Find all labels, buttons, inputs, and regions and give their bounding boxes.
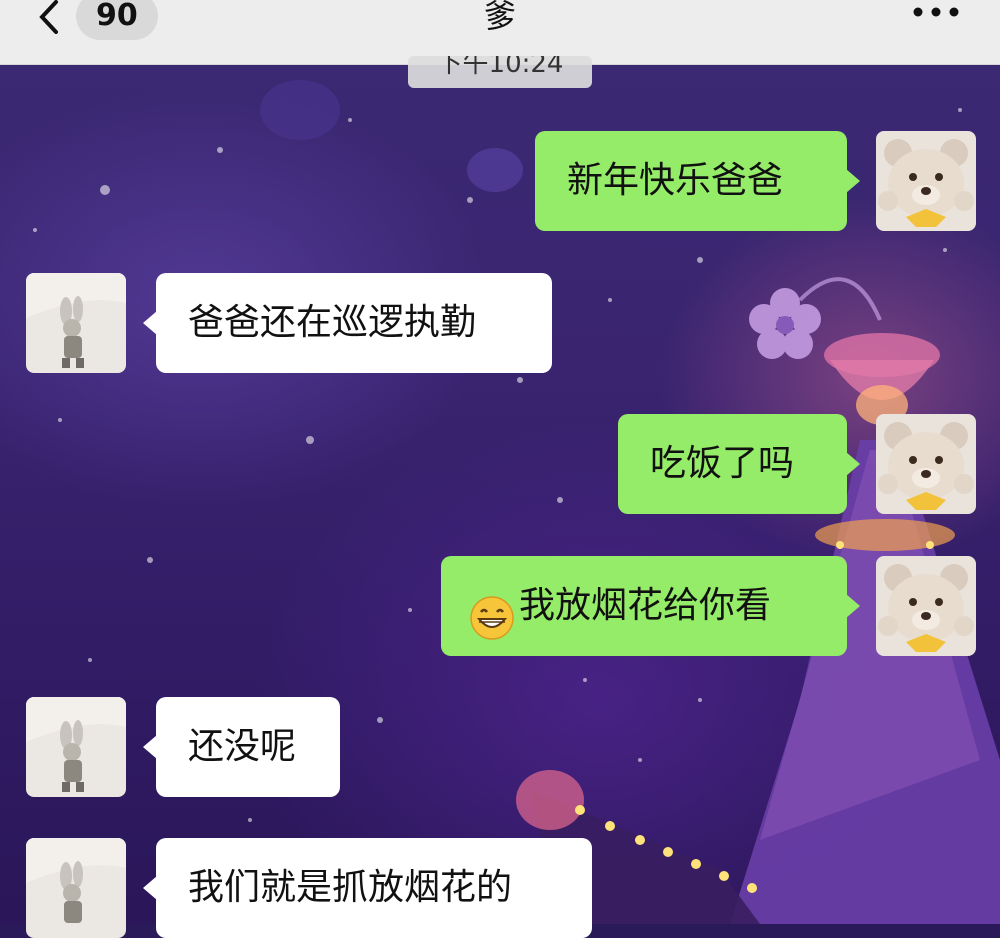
- message-text: 我们就是抓放烟花的: [188, 867, 513, 908]
- chat-title: 爹: [483, 0, 516, 35]
- message-bubble-incoming[interactable]: 我们就是抓放烟花的: [143, 838, 592, 938]
- teddy-bear-avatar-icon: [876, 414, 976, 514]
- message-text: 爸爸还在巡逻执勤: [188, 302, 477, 343]
- message-text: 新年快乐爸爸: [567, 160, 784, 201]
- my-avatar[interactable]: [876, 131, 976, 231]
- teddy-bear-avatar-icon: [876, 131, 976, 231]
- message-bubble-outgoing[interactable]: 吃饭了吗: [618, 414, 860, 514]
- message-text: 我放烟花给你看: [519, 585, 772, 626]
- message-timestamp: 下午10:24: [408, 56, 592, 88]
- message-bubble-outgoing[interactable]: 新年快乐爸爸: [535, 131, 860, 231]
- message-text: 还没呢: [188, 726, 297, 767]
- message-bubble-incoming[interactable]: 爸爸还在巡逻执勤: [143, 273, 552, 373]
- contact-avatar[interactable]: [26, 273, 126, 373]
- more-dots-icon[interactable]: [912, 0, 960, 26]
- rabbit-figure-avatar-icon: [26, 697, 126, 797]
- contact-avatar[interactable]: [26, 697, 126, 797]
- grinning-face-icon: [469, 580, 515, 640]
- contact-avatar[interactable]: [26, 838, 126, 938]
- teddy-bear-avatar-icon: [876, 556, 976, 656]
- message-text: 吃饭了吗: [650, 443, 795, 484]
- my-avatar[interactable]: [876, 414, 976, 514]
- my-avatar[interactable]: [876, 556, 976, 656]
- rabbit-figure-avatar-icon: [26, 838, 126, 938]
- rabbit-figure-avatar-icon: [26, 273, 126, 373]
- message-bubble-incoming[interactable]: 还没呢: [143, 697, 340, 797]
- message-bubble-outgoing[interactable]: 我放烟花给你看: [441, 556, 860, 656]
